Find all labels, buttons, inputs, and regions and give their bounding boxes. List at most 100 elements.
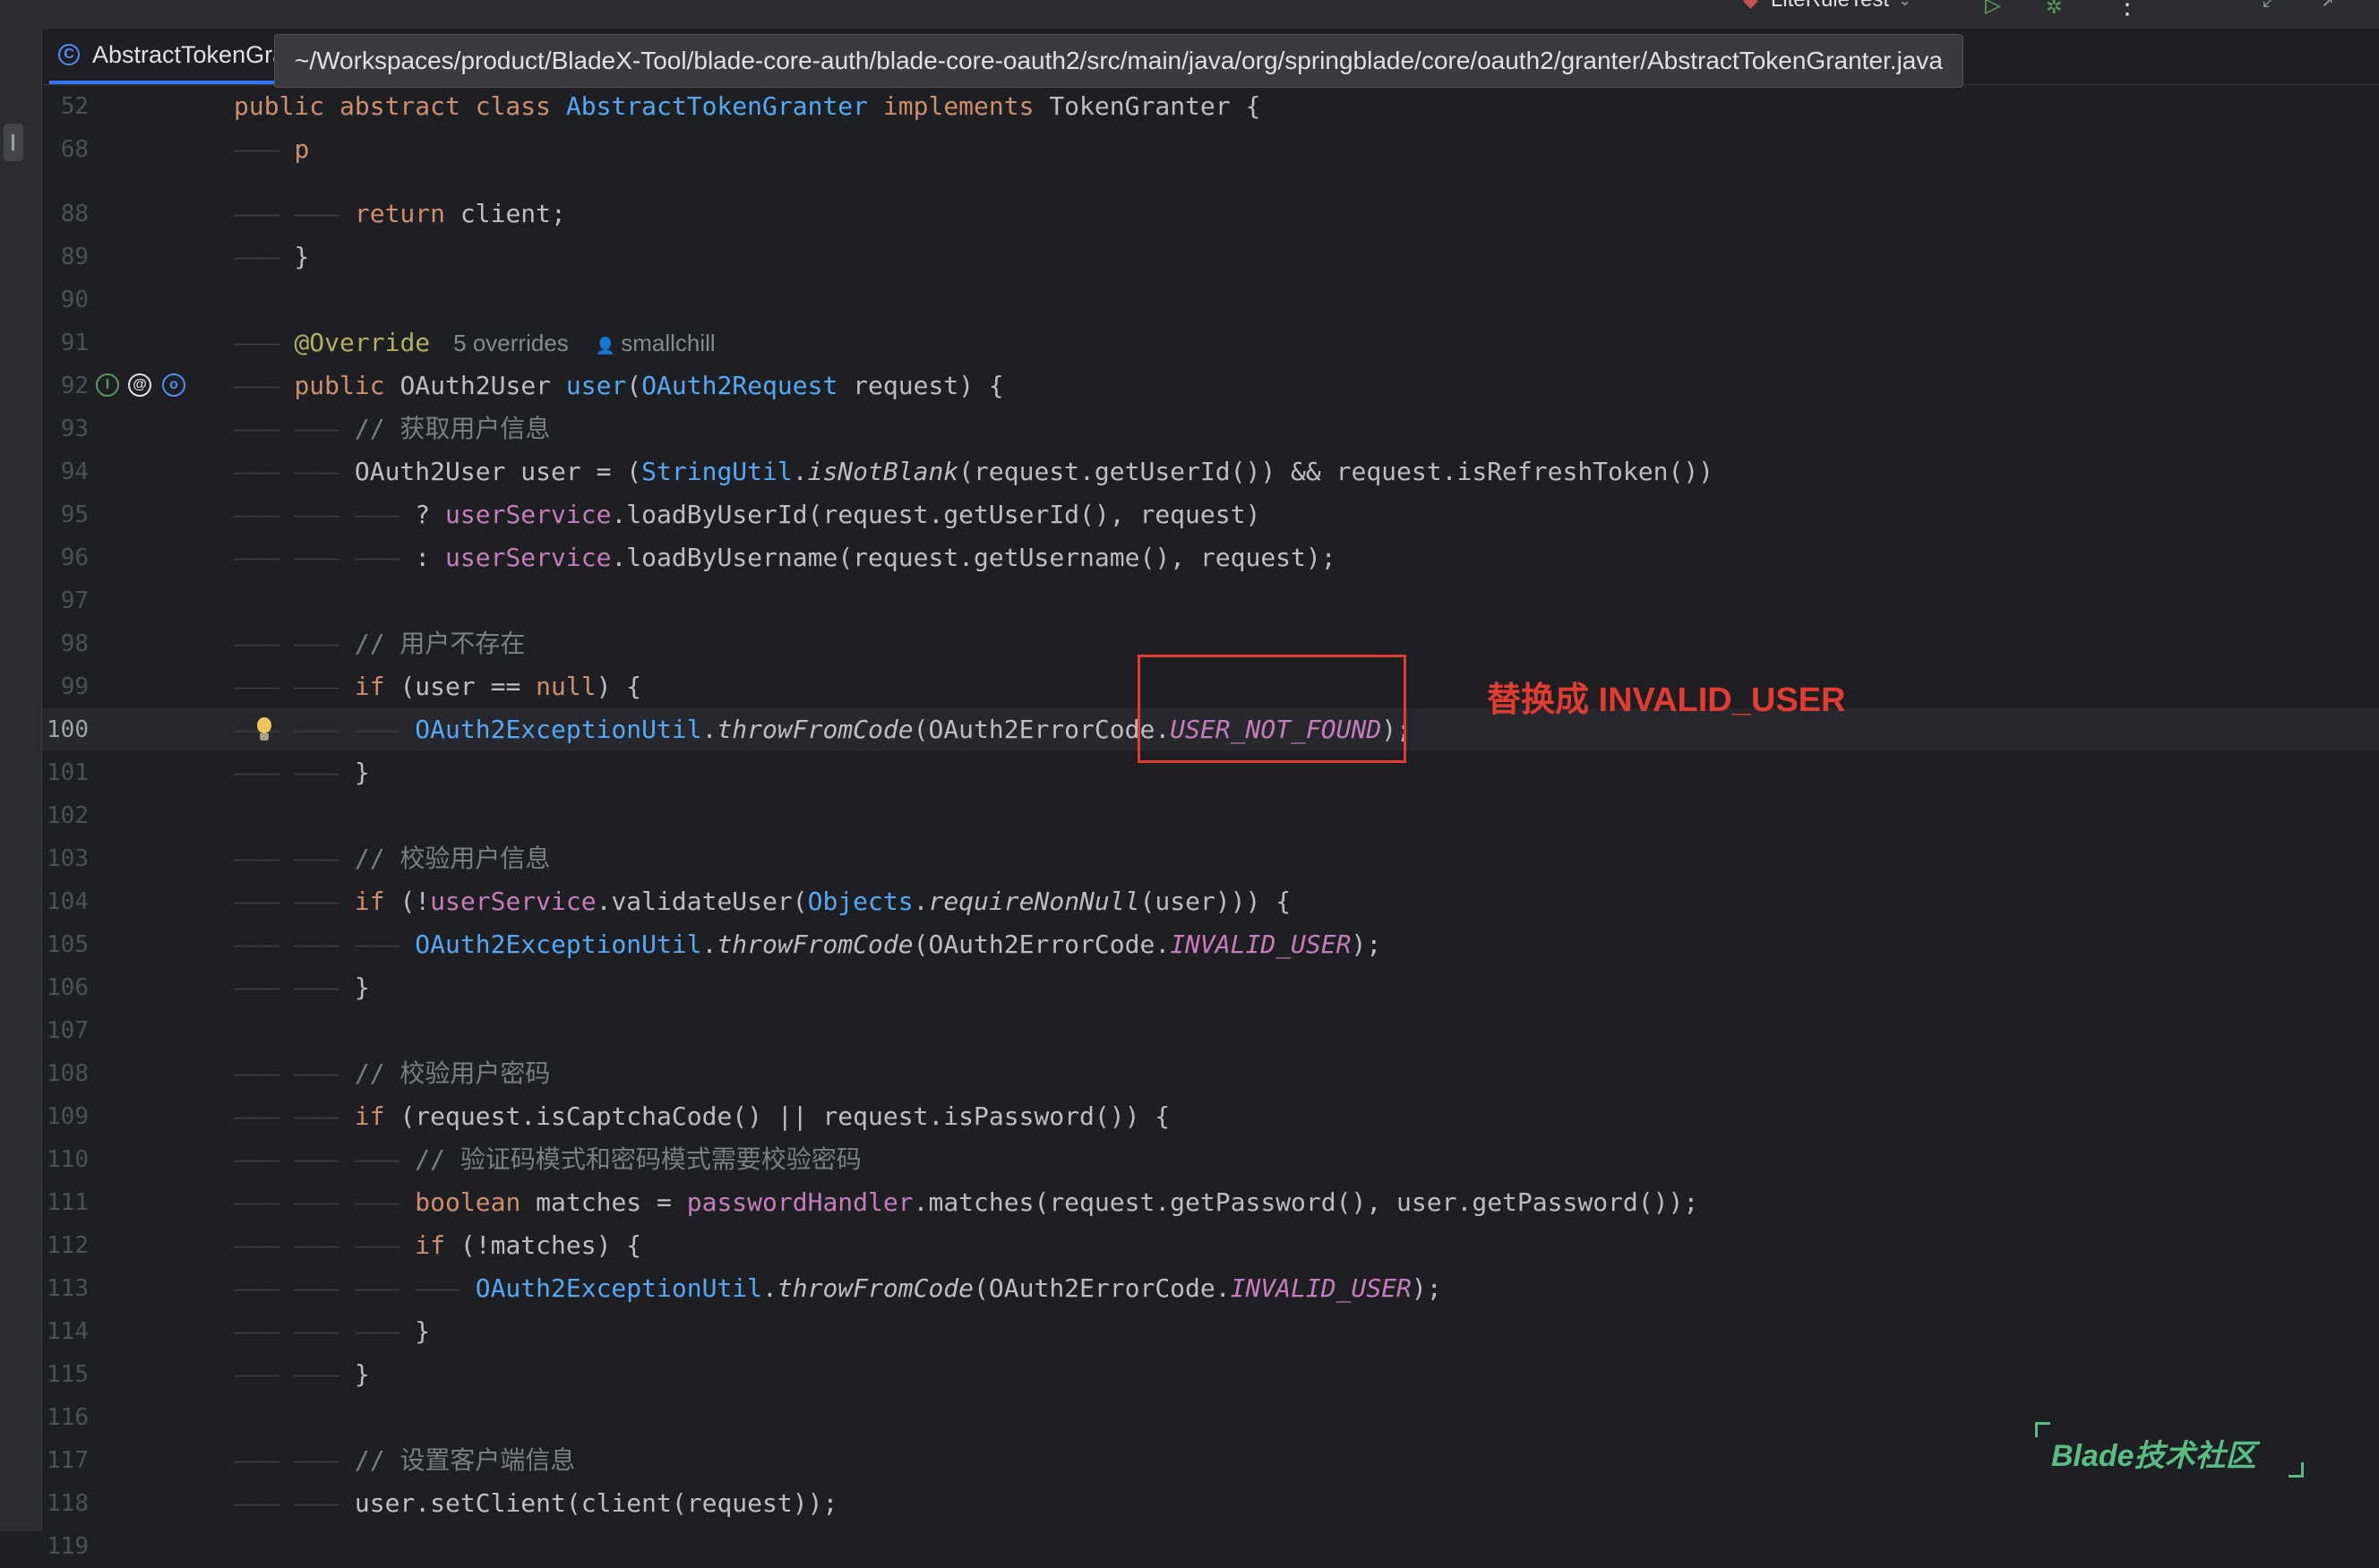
line-number[interactable]: 107 bbox=[42, 1009, 89, 1052]
code-line[interactable]: 52 public abstract class AbstractTokenGra… bbox=[42, 85, 2379, 128]
code-line[interactable]: 118 ——— ——— user.setClient(client(request… bbox=[42, 1482, 2379, 1525]
tool-window-button[interactable] bbox=[4, 124, 23, 161]
code-token: OAuth2ExceptionUtil bbox=[415, 715, 702, 744]
run-configuration-selector[interactable]: ◆ LiteRuleTest ⌄ bbox=[1743, 0, 1911, 13]
line-number[interactable]: 110 bbox=[42, 1138, 89, 1181]
line-number[interactable]: 103 bbox=[42, 837, 89, 880]
watermark-corner-bottom-right bbox=[2289, 1462, 2304, 1478]
line-number[interactable]: 100 bbox=[42, 708, 89, 751]
line-number[interactable]: 98 bbox=[42, 622, 89, 665]
indent-guide: ——— ——— ——— ——— bbox=[234, 1273, 476, 1303]
indent-guide: ——— ——— bbox=[234, 758, 355, 787]
line-number[interactable]: 68 bbox=[42, 128, 89, 171]
line-number[interactable]: 108 bbox=[42, 1052, 89, 1095]
line-number[interactable]: 95 bbox=[42, 493, 89, 536]
code-token: OAuth2Request bbox=[641, 371, 838, 400]
line-number[interactable]: 118 bbox=[42, 1482, 89, 1525]
code-text: ——— ——— // 校验用户密码 bbox=[234, 1052, 550, 1095]
line-number[interactable]: 116 bbox=[42, 1396, 89, 1439]
line-number[interactable]: 111 bbox=[42, 1181, 89, 1224]
line-number[interactable]: 114 bbox=[42, 1310, 89, 1353]
code-line[interactable]: 117 ——— ——— // 设置客户端信息 bbox=[42, 1439, 2379, 1482]
line-number[interactable]: 88 bbox=[42, 193, 89, 236]
override-up-icon[interactable]: I bbox=[96, 373, 119, 397]
code-line[interactable]: 90 bbox=[42, 278, 2379, 321]
overrides-inlay-hint[interactable]: 5 overrides bbox=[453, 330, 569, 356]
expand-icon[interactable]: ⤢ bbox=[2263, 0, 2279, 12]
line-number[interactable]: 97 bbox=[42, 579, 89, 622]
code-line[interactable]: 107 bbox=[42, 1009, 2379, 1052]
code-token: // 获取用户信息 bbox=[354, 414, 551, 443]
line-number[interactable]: 99 bbox=[42, 665, 89, 708]
code-line[interactable]: 89 ——— } bbox=[42, 236, 2379, 278]
code-line[interactable]: 96 ——— ——— ——— : userService.loadByUserna… bbox=[42, 536, 2379, 579]
lightbulb-icon[interactable] bbox=[248, 714, 280, 746]
line-number[interactable]: 101 bbox=[42, 751, 89, 794]
code-line[interactable]: 109 ——— ——— if (request.isCaptchaCode() |… bbox=[42, 1095, 2379, 1138]
line-number[interactable]: 109 bbox=[42, 1095, 89, 1138]
implemented-icon[interactable]: o bbox=[162, 373, 185, 397]
code-line[interactable]: 93 ——— ——— // 获取用户信息 bbox=[42, 407, 2379, 450]
code-line[interactable]: 91 ——— @Override 5 overrides 👤 smallchill bbox=[42, 321, 2379, 364]
line-number[interactable]: 94 bbox=[42, 450, 89, 493]
code-text: ——— ——— ——— ? userService.loadByUserId(r… bbox=[234, 493, 1260, 536]
line-number[interactable]: 91 bbox=[42, 321, 89, 364]
code-line[interactable]: 92 ——— public OAuth2User user(OAuth2Reque… bbox=[42, 364, 2379, 407]
code-line[interactable]: 97 bbox=[42, 579, 2379, 622]
code-text: ——— ——— if (request.isCaptchaCode() || r… bbox=[234, 1095, 1170, 1138]
line-number[interactable]: 106 bbox=[42, 966, 89, 1009]
line-number[interactable]: 105 bbox=[42, 923, 89, 966]
indent-guide: ——— ——— bbox=[234, 887, 355, 916]
line-number[interactable]: 92 bbox=[42, 364, 89, 407]
code-line[interactable]: 111 ——— ——— ——— boolean matches = passwor… bbox=[42, 1181, 2379, 1224]
line-number[interactable]: 102 bbox=[42, 794, 89, 837]
line-number[interactable]: 112 bbox=[42, 1224, 89, 1267]
code-line[interactable]: 95 ——— ——— ——— ? userService.loadByUserId… bbox=[42, 493, 2379, 536]
indent-guide: ——— ——— ——— bbox=[234, 543, 416, 572]
code-line[interactable]: 68 ——— p bbox=[42, 128, 2379, 171]
code-token: (user))) { bbox=[1139, 887, 1292, 916]
code-line[interactable]: 104 ——— ——— if (!userService.validateUser… bbox=[42, 880, 2379, 923]
lightbulb-glass bbox=[257, 717, 271, 733]
code-line[interactable]: 112 ——— ——— ——— if (!matches) { bbox=[42, 1224, 2379, 1267]
code-text: ——— ——— ——— boolean matches = passwordHa… bbox=[234, 1181, 1698, 1224]
code-line[interactable]: 110 ——— ——— ——— // 验证码模式和密码模式需要校验密码 bbox=[42, 1138, 2379, 1181]
code-editor[interactable]: 52 public abstract class AbstractTokenGra… bbox=[42, 85, 2379, 1560]
code-text: ——— ——— ——— if (!matches) { bbox=[234, 1224, 641, 1267]
arrow-icon[interactable]: ↗ bbox=[2322, 0, 2333, 12]
code-text: ——— ——— } bbox=[234, 751, 370, 794]
line-number[interactable]: 115 bbox=[42, 1353, 89, 1396]
author-inlay-hint[interactable]: smallchill bbox=[621, 330, 715, 356]
code-line[interactable]: 116 bbox=[42, 1396, 2379, 1439]
line-number[interactable]: 96 bbox=[42, 536, 89, 579]
code-line[interactable]: 94 ——— ——— OAuth2User user = (StringUtil.… bbox=[42, 450, 2379, 493]
line-number[interactable]: 93 bbox=[42, 407, 89, 450]
line-number[interactable]: 104 bbox=[42, 880, 89, 923]
code-token: : bbox=[415, 543, 446, 572]
code-line[interactable]: 105 ——— ——— ——— OAuth2ExceptionUtil.throw… bbox=[42, 923, 2379, 966]
play-icon[interactable]: ▷ bbox=[1985, 0, 2001, 21]
code-line[interactable]: 114 ——— ——— ——— } bbox=[42, 1310, 2379, 1353]
code-line[interactable]: 108 ——— ——— // 校验用户密码 bbox=[42, 1052, 2379, 1095]
line-number[interactable]: 117 bbox=[42, 1439, 89, 1482]
run-config-label: LiteRuleTest bbox=[1771, 0, 1889, 13]
code-text: ——— ——— ——— } bbox=[234, 1310, 430, 1353]
line-number[interactable]: 119 bbox=[42, 1525, 89, 1568]
line-number[interactable]: 113 bbox=[42, 1267, 89, 1310]
code-line[interactable]: 106 ——— ——— } bbox=[42, 966, 2379, 1009]
code-line[interactable]: 113 ——— ——— ——— ——— OAuth2ExceptionUtil.t… bbox=[42, 1267, 2379, 1310]
line-number[interactable]: 90 bbox=[42, 278, 89, 321]
code-line[interactable]: 103 ——— ——— // 校验用户信息 bbox=[42, 837, 2379, 880]
indent-guide: ——— bbox=[234, 371, 295, 400]
code-line[interactable]: 119 bbox=[42, 1525, 2379, 1568]
bug-icon[interactable]: ✲ bbox=[2046, 0, 2062, 21]
code-line[interactable]: 88 ——— ——— return client; bbox=[42, 193, 2379, 236]
annotation-icon[interactable]: @ bbox=[128, 373, 151, 397]
more-vertical-icon[interactable]: ⋮ bbox=[2114, 0, 2141, 21]
code-line[interactable]: 115 ——— ——— } bbox=[42, 1353, 2379, 1396]
code-token: (request.isCaptchaCode() || request.isPa… bbox=[399, 1101, 1171, 1131]
line-number[interactable]: 52 bbox=[42, 85, 89, 128]
code-line[interactable]: 102 bbox=[42, 794, 2379, 837]
code-token: passwordHandler bbox=[686, 1187, 914, 1217]
line-number[interactable]: 89 bbox=[42, 236, 89, 278]
